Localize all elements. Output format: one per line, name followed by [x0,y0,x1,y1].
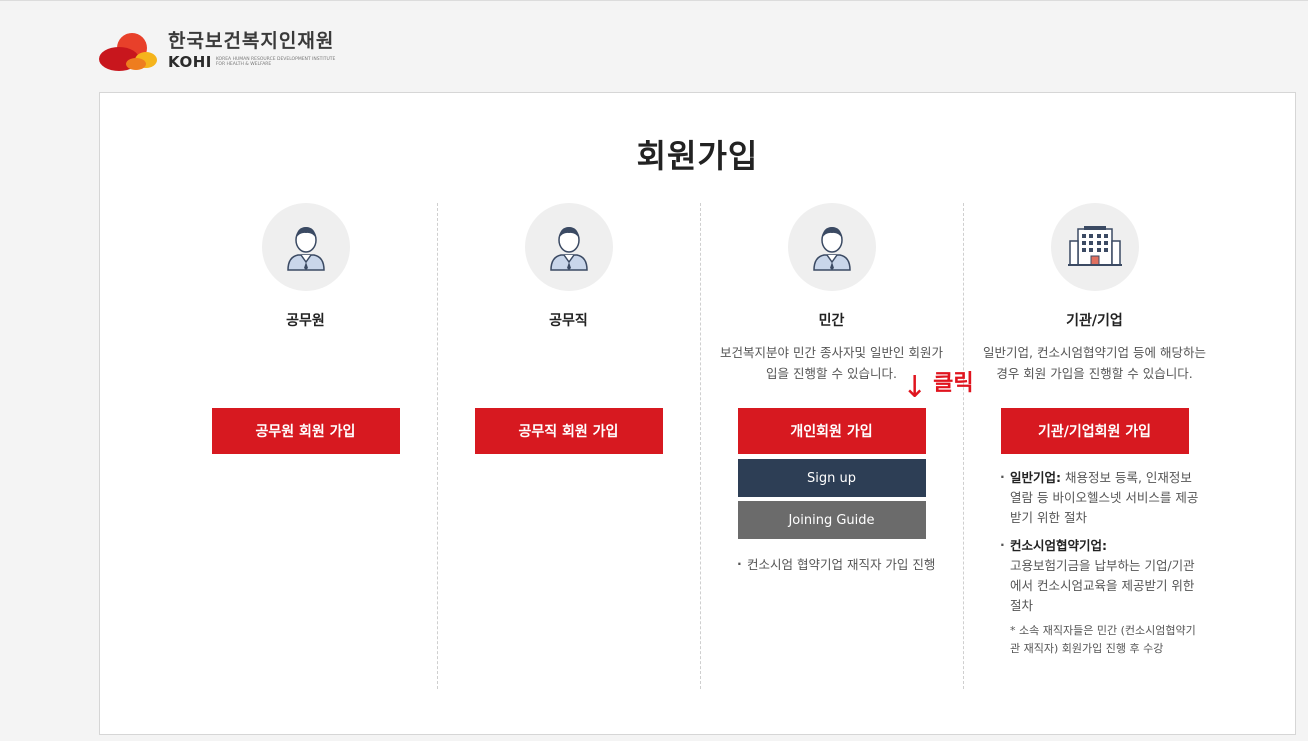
icon-circle [787,203,876,291]
icon-circle [261,203,350,291]
joining-guide-button[interactable]: Joining Guide [737,501,926,539]
icon-circle [524,203,613,291]
column-title: 공무원 [286,313,325,329]
public-official-signup-button[interactable]: 공무원 회원 가입 [211,408,400,454]
top-border [0,0,1308,1]
click-annotation: ↓ 클릭 [902,370,974,406]
signup-panel: 회원가입 공무원 공무원 회원 가입 공무직 공무직 회원 가입 민간 보건복지… [99,92,1296,735]
page-title: 회원가입 [636,137,759,175]
note-item: 컨소시엄 협약기업 재직자 가입 진행 [737,554,937,575]
kohi-logo-icon [99,33,157,71]
note-text: 고용보험기금을 납부하는 기업/기관에서 컨소시엄교육을 제공받기 위한 절차 [1010,558,1195,613]
column-public-service-worker: 공무직 공무직 회원 가입 [437,203,700,454]
sign-up-button[interactable]: Sign up [737,459,926,497]
click-label: 클릭 [933,371,974,396]
column-title: 기관/기업 [1066,313,1123,329]
org-name-kr: 한국보건복지인재원 [168,30,335,52]
public-service-worker-signup-button[interactable]: 공무직 회원 가입 [474,408,663,454]
person-icon [812,227,851,271]
column-title: 민간 [818,313,845,329]
note-item: 컨소시엄협약기업: 고용보험기금을 납부하는 기업/기관에서 컨소시엄교육을 제… [1000,535,1200,616]
note-list: 컨소시엄 협약기업 재직자 가입 진행 [737,554,937,575]
note-item: 일반기업: 채용정보 등록, 인재정보 열람 등 바이오헬스넷 서비스를 제공받… [1000,467,1200,528]
column-institution-company: 기관/기업 일반기업, 컨소시엄협약기업 등에 해당하는 경우 회원 가입을 진… [963,203,1226,658]
person-icon [549,227,588,271]
org-abbr: KOHI [168,53,212,71]
column-description [437,342,700,408]
site-logo[interactable]: 한국보건복지인재원 KOHI KOREA HUMAN RESOURCE DEVE… [98,26,386,74]
note-list: 일반기업: 채용정보 등록, 인재정보 열람 등 바이오헬스넷 서비스를 제공받… [1000,467,1200,658]
person-icon [286,227,325,271]
column-public-official: 공무원 공무원 회원 가입 [174,203,437,454]
column-description [174,342,437,408]
footnote: * 소속 재직자들은 민간 (컨소시엄협약기관 재직자) 회원가입 진행 후 수… [1010,624,1196,655]
icon-circle [1050,203,1139,291]
institution-company-signup-button[interactable]: 기관/기업회원 가입 [1000,408,1189,454]
column-title: 공무직 [549,313,588,329]
note-term: 일반기업: [1010,470,1061,485]
org-name-en-line2: FOR HEALTH & WELFARE [215,62,272,67]
individual-signup-button[interactable]: 개인회원 가입 [737,408,926,454]
building-icon [1067,226,1122,266]
column-description: 일반기업, 컨소시엄협약기업 등에 해당하는 경우 회원 가입을 진행할 수 있… [983,345,1206,381]
down-arrow-icon: ↓ [902,370,928,405]
note-term: 컨소시엄협약기업: [1010,538,1107,553]
